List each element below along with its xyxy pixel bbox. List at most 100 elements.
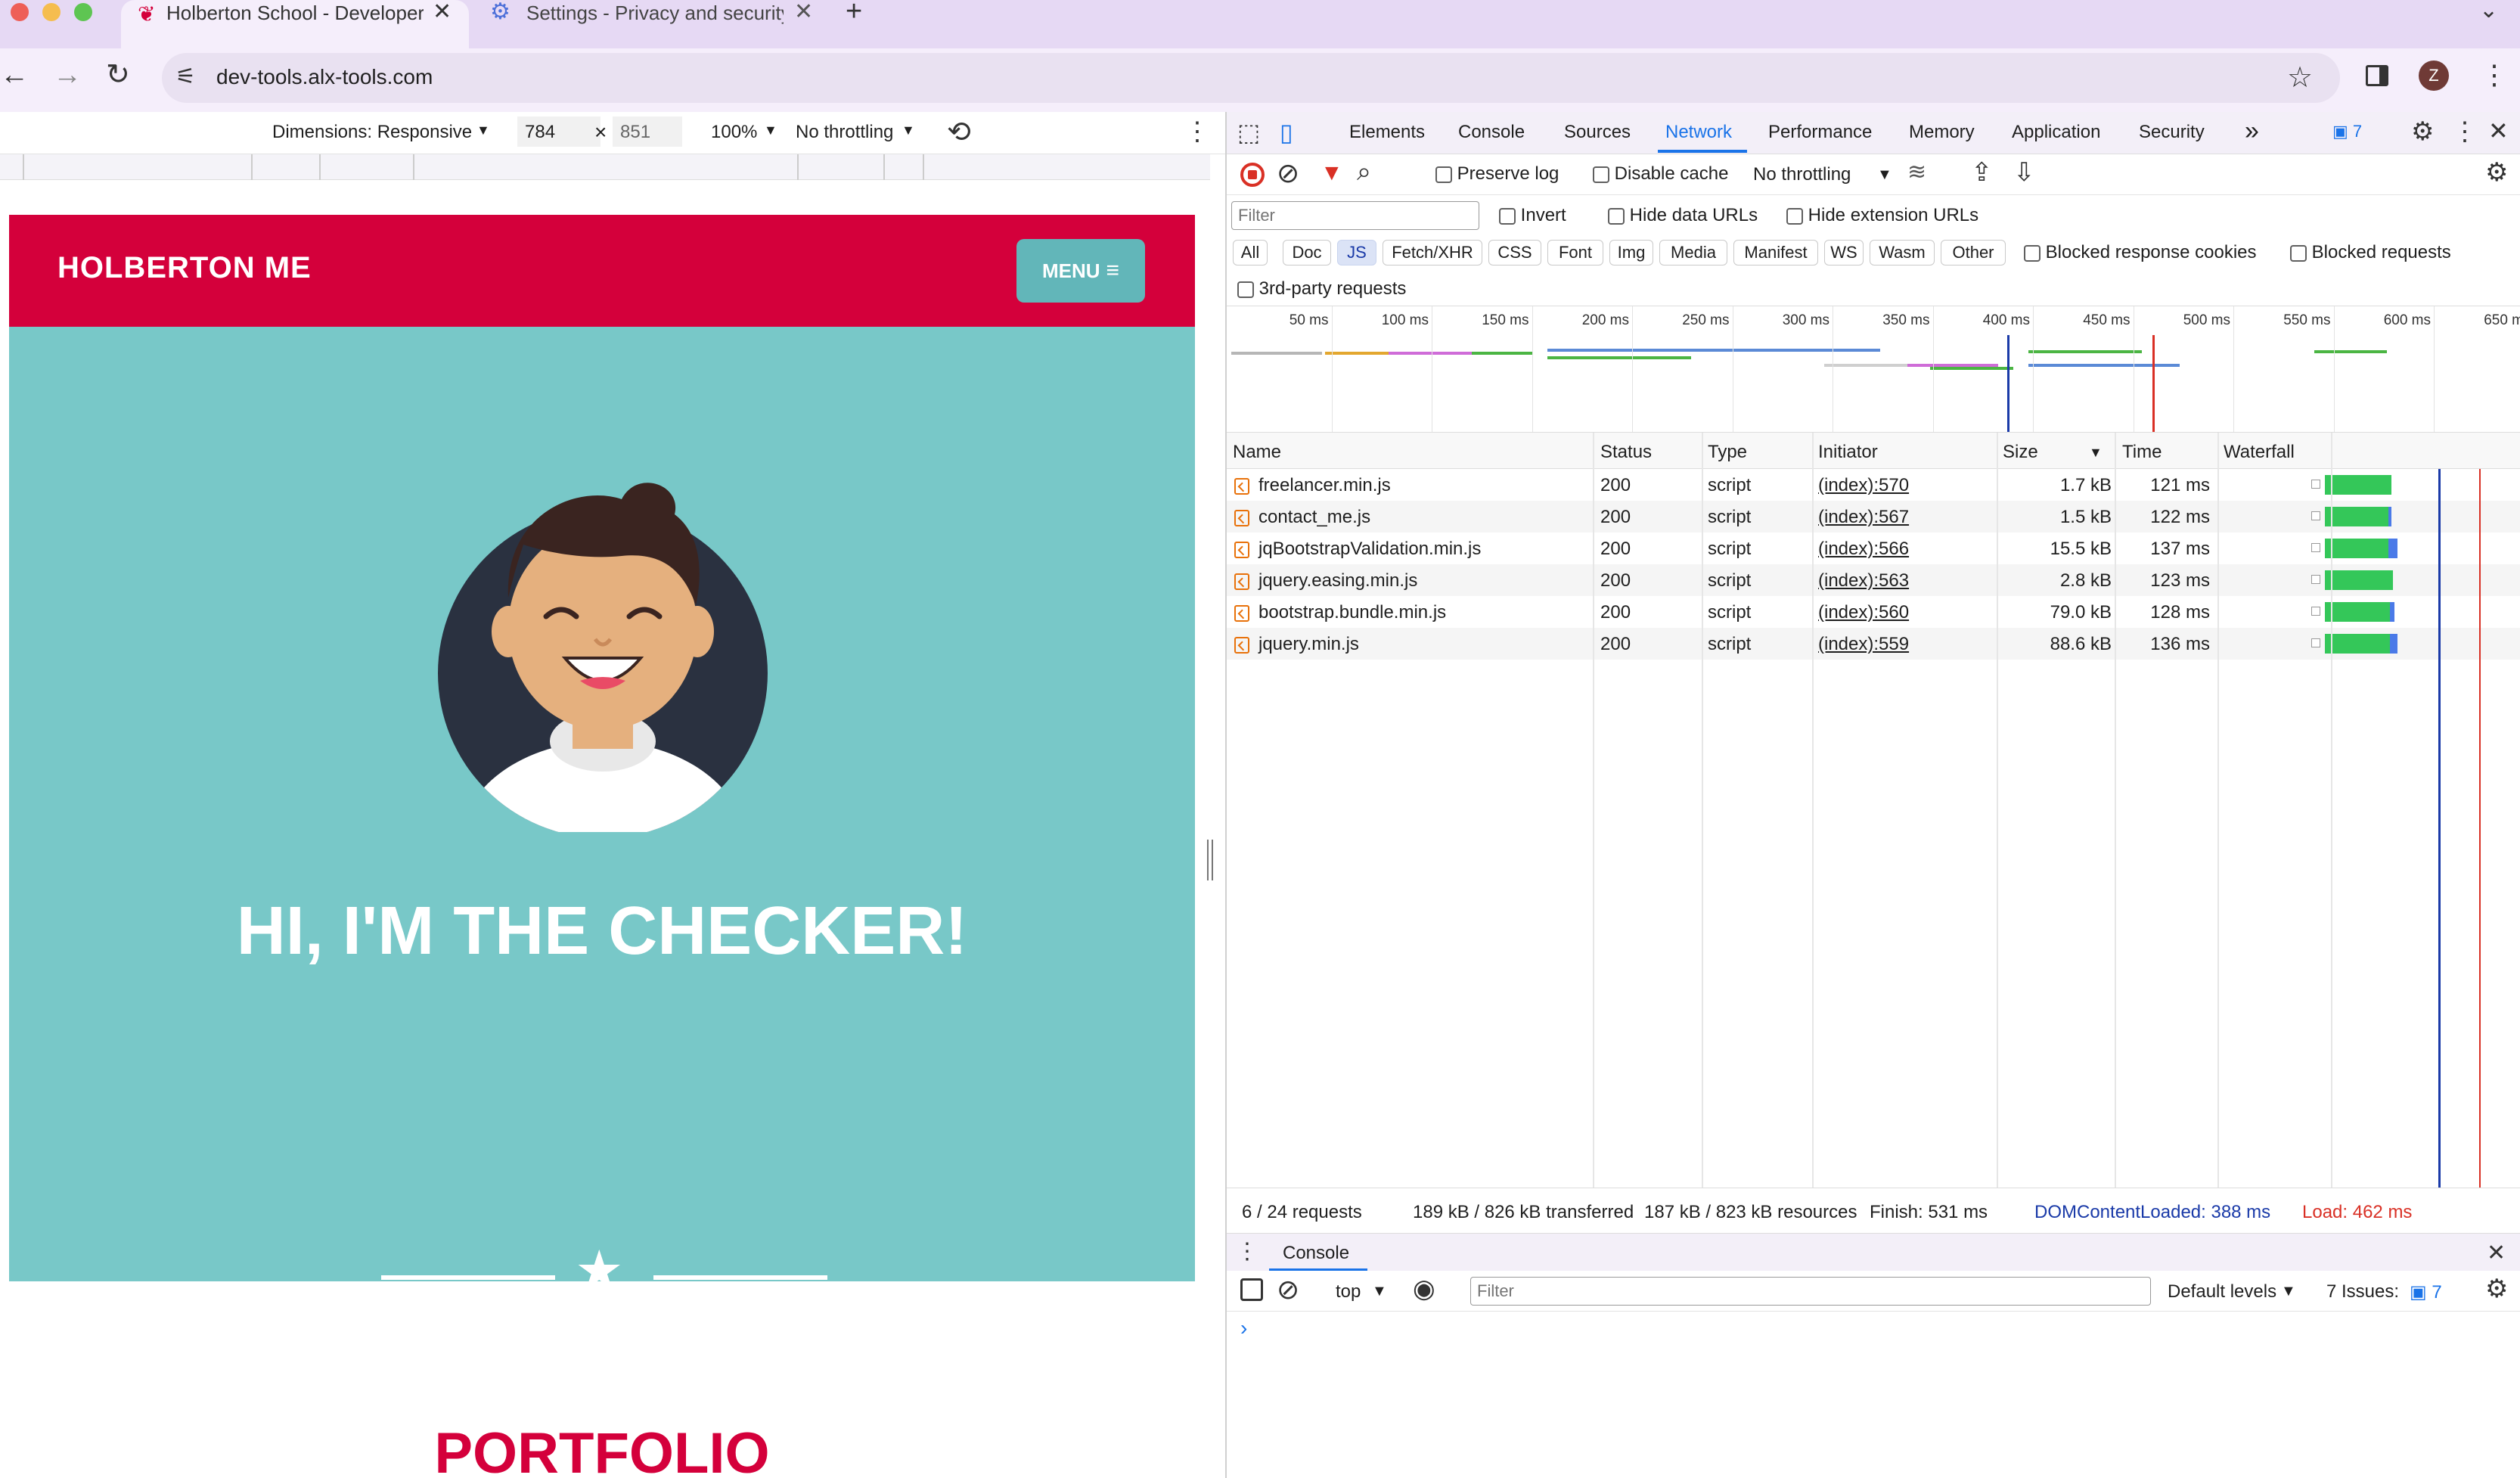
request-initiator-link[interactable]: (index):566	[1818, 539, 1909, 560]
site-brand-link[interactable]: HOLBERTON ME	[57, 251, 312, 285]
console-sidebar-icon[interactable]	[1240, 1278, 1263, 1301]
table-row[interactable]: jquery.min.js 200 script (index):559 88.6 kB…	[1227, 628, 2520, 660]
tab-search-chevron-icon[interactable]: ⌄	[2479, 0, 2498, 23]
table-row[interactable]: freelancer.min.js 200 script (index):570 1.7…	[1227, 469, 2520, 501]
devtools-menu-icon[interactable]: ⋮	[2452, 116, 2478, 147]
console-filter-input[interactable]	[1470, 1277, 2151, 1306]
device-toolbar-menu-icon[interactable]: ⋮	[1184, 116, 1210, 147]
close-window-button[interactable]	[11, 3, 29, 21]
network-filter-input[interactable]	[1231, 201, 1479, 230]
table-row[interactable]: contact_me.js 200 script (index):567 1.5 kB 1…	[1227, 501, 2520, 533]
drawer-tab-console[interactable]: Console	[1283, 1243, 1349, 1264]
zoom-dropdown[interactable]: 100%	[711, 122, 757, 143]
console-input-area[interactable]	[1227, 1312, 2520, 1478]
width-input[interactable]: 784	[517, 116, 601, 147]
type-filter-wasm[interactable]: Wasm	[1870, 240, 1935, 265]
export-har-icon[interactable]: ⇩	[2013, 157, 2035, 188]
type-filter-css[interactable]: CSS	[1488, 240, 1541, 265]
tab-network[interactable]: Network	[1665, 122, 1732, 143]
minimize-window-button[interactable]	[42, 3, 61, 21]
filter-funnel-icon[interactable]: ▼	[1321, 160, 1343, 186]
issues-badge[interactable]: ▣ 7	[2332, 122, 2362, 141]
tab-performance[interactable]: Performance	[1768, 122, 1872, 143]
disable-cache-checkbox[interactable]: Disable cache	[1593, 163, 1728, 185]
type-filter-js[interactable]: JS	[1337, 240, 1376, 265]
device-toggle-icon[interactable]: ▯	[1280, 118, 1293, 147]
close-tab-icon[interactable]: ✕	[433, 0, 452, 25]
browser-tab-holberton[interactable]: ❦ Holberton School - Developer ✕	[121, 0, 469, 48]
hide-extension-urls-checkbox[interactable]: Hide extension URLs	[1786, 205, 1978, 226]
browser-menu-icon[interactable]: ⋮	[2481, 59, 2508, 91]
height-input[interactable]: 851	[613, 116, 682, 147]
third-party-checkbox[interactable]: 3rd-party requests	[1237, 278, 1406, 300]
col-waterfall[interactable]: Waterfall	[2224, 442, 2295, 463]
dimensions-dropdown[interactable]: Dimensions: Responsive	[272, 122, 472, 143]
type-filter-img[interactable]: Img	[1609, 240, 1653, 265]
table-row[interactable]: jquery.easing.min.js 200 script (index):563…	[1227, 564, 2520, 596]
request-name-cell[interactable]: jquery.min.js	[1234, 634, 1359, 655]
profile-avatar[interactable]: Z	[2419, 61, 2449, 91]
viewport-resize-handle[interactable]	[1207, 840, 1213, 880]
request-initiator-link[interactable]: (index):560	[1818, 602, 1909, 623]
reload-icon[interactable]: ↻	[106, 57, 130, 92]
forward-arrow-icon[interactable]: →	[53, 59, 82, 92]
console-settings-gear-icon[interactable]: ⚙	[2485, 1274, 2508, 1304]
invert-checkbox[interactable]: Invert	[1499, 205, 1566, 226]
request-name-cell[interactable]: bootstrap.bundle.min.js	[1234, 602, 1446, 623]
request-name-cell[interactable]: jqBootstrapValidation.min.js	[1234, 539, 1481, 560]
col-name[interactable]: Name	[1233, 442, 1281, 463]
back-arrow-icon[interactable]: ←	[0, 59, 29, 92]
live-expression-eye-icon[interactable]: ◉	[1413, 1274, 1435, 1304]
network-settings-gear-icon[interactable]: ⚙	[2485, 157, 2508, 188]
inspect-element-icon[interactable]: ⬚	[1237, 118, 1260, 147]
request-initiator-link[interactable]: (index):570	[1818, 475, 1909, 496]
drawer-menu-icon[interactable]: ⋮	[1236, 1238, 1258, 1265]
blocked-requests-checkbox[interactable]: Blocked requests	[2290, 242, 2451, 263]
log-levels-dropdown[interactable]: Default levels	[2168, 1281, 2276, 1303]
type-filter-font[interactable]: Font	[1547, 240, 1603, 265]
table-row[interactable]: bootstrap.bundle.min.js 200 script (index):…	[1227, 596, 2520, 628]
request-name-cell[interactable]: jquery.easing.min.js	[1234, 570, 1417, 592]
preserve-log-checkbox[interactable]: Preserve log	[1435, 163, 1559, 185]
type-filter-other[interactable]: Other	[1941, 240, 2006, 265]
console-issues-badge[interactable]: ▣ 7	[2410, 1281, 2442, 1303]
tab-security[interactable]: Security	[2139, 122, 2205, 143]
table-row[interactable]: jqBootstrapValidation.min.js 200 script (in…	[1227, 533, 2520, 564]
request-name-cell[interactable]: contact_me.js	[1234, 507, 1370, 528]
close-drawer-icon[interactable]: ✕	[2487, 1240, 2506, 1266]
type-filter-all[interactable]: All	[1233, 240, 1268, 265]
network-conditions-icon[interactable]: ≋	[1907, 159, 1926, 185]
type-filter-ws[interactable]: WS	[1824, 240, 1864, 265]
request-initiator-link[interactable]: (index):567	[1818, 507, 1909, 528]
context-selector[interactable]: top	[1336, 1281, 1361, 1303]
request-name-cell[interactable]: freelancer.min.js	[1234, 475, 1391, 496]
devtools-settings-gear-icon[interactable]: ⚙	[2411, 116, 2434, 147]
type-filter-fetch-xhr[interactable]: Fetch/XHR	[1383, 240, 1482, 265]
maximize-window-button[interactable]	[74, 3, 92, 21]
new-tab-plus-icon[interactable]: +	[846, 0, 862, 28]
search-icon[interactable]: ⌕	[1357, 157, 1371, 187]
rotate-device-icon[interactable]: ⟲	[947, 115, 971, 149]
network-throttling-dropdown[interactable]: No throttling	[1753, 164, 1851, 185]
tab-memory[interactable]: Memory	[1909, 122, 1975, 143]
menu-button[interactable]: MENU ≡	[1016, 239, 1145, 303]
browser-tab-settings[interactable]: ⚙ Settings - Privacy and security ✕	[476, 0, 817, 48]
network-overview-timeline[interactable]: 50 ms 100 ms 150 ms 200 ms 250 ms 300 ms 350 m…	[1227, 306, 2520, 433]
col-type[interactable]: Type	[1708, 442, 1747, 463]
request-initiator-link[interactable]: (index):563	[1818, 570, 1909, 592]
site-info-icon[interactable]: ⚟	[175, 64, 196, 90]
close-tab-icon[interactable]: ✕	[794, 0, 813, 25]
bookmark-star-icon[interactable]: ☆	[2287, 61, 2313, 95]
media-query-ruler[interactable]	[0, 154, 1210, 180]
throttle-dropdown[interactable]: No throttling	[796, 122, 893, 143]
tab-application[interactable]: Application	[2012, 122, 2100, 143]
import-har-icon[interactable]: ⇪	[1971, 157, 1993, 188]
console-clear-icon[interactable]: ⊘	[1277, 1274, 1299, 1306]
record-stop-button[interactable]	[1240, 163, 1265, 187]
blocked-cookies-checkbox[interactable]: Blocked response cookies	[2024, 242, 2257, 263]
col-status[interactable]: Status	[1600, 442, 1652, 463]
type-filter-doc[interactable]: Doc	[1283, 240, 1331, 265]
tab-console[interactable]: Console	[1458, 122, 1525, 143]
type-filter-manifest[interactable]: Manifest	[1733, 240, 1818, 265]
col-size[interactable]: Size	[2003, 442, 2038, 463]
